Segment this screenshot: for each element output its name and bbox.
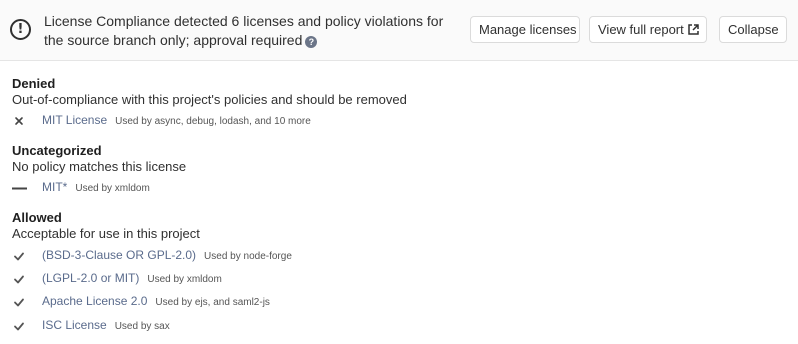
license-name-link[interactable]: MIT License Used by async, debug, lodash,… bbox=[42, 113, 311, 127]
uncategorized-description: No policy matches this license bbox=[12, 159, 187, 174]
license-name: MIT* bbox=[42, 180, 68, 194]
license-usage: Used by ejs, and saml2-js bbox=[155, 297, 270, 308]
license-name: MIT License bbox=[42, 113, 108, 127]
license-name: Apache License 2.0 bbox=[42, 294, 148, 308]
license-name: ISC License bbox=[42, 318, 107, 332]
check-icon bbox=[14, 252, 24, 261]
license-name-link[interactable]: Apache License 2.0 Used by ejs, and saml2… bbox=[42, 294, 270, 308]
license-usage: Used by node-forge bbox=[204, 251, 292, 262]
license-row: (BSD-3-Clause OR GPL-2.0) Used by node-fo… bbox=[12, 248, 772, 266]
collapse-label: Collapse bbox=[728, 22, 779, 37]
license-usage: Used by xmldom bbox=[75, 183, 150, 194]
manage-licenses-button[interactable]: Manage licenses bbox=[470, 16, 580, 43]
exclamation-circle-icon: ! bbox=[10, 19, 31, 40]
check-icon bbox=[14, 322, 24, 331]
check-icon bbox=[14, 275, 24, 284]
license-row: MIT License Used by async, debug, lodash,… bbox=[12, 113, 772, 131]
external-link-icon bbox=[688, 24, 699, 35]
license-usage: Used by xmldom bbox=[147, 274, 222, 285]
license-name-link[interactable]: (LGPL-2.0 or MIT) Used by xmldom bbox=[42, 271, 222, 285]
summary-text: License Compliance detected 6 licenses a… bbox=[44, 13, 444, 48]
dash-icon bbox=[12, 187, 27, 190]
view-full-report-button[interactable]: View full report bbox=[589, 16, 707, 43]
license-row: Apache License 2.0 Used by ejs, and saml2… bbox=[12, 294, 772, 312]
uncategorized-title: Uncategorized bbox=[12, 143, 102, 158]
license-row: ISC License Used by sax bbox=[12, 318, 772, 336]
denied-title: Denied bbox=[12, 76, 56, 91]
license-name-link[interactable]: MIT* Used by xmldom bbox=[42, 180, 150, 194]
denied-description: Out-of-compliance with this project's po… bbox=[12, 92, 407, 107]
license-name-link[interactable]: ISC License Used by sax bbox=[42, 318, 170, 332]
license-row: (LGPL-2.0 or MIT) Used by xmldom bbox=[12, 271, 772, 289]
collapse-button[interactable]: Collapse bbox=[719, 16, 787, 43]
view-full-report-label: View full report bbox=[598, 22, 684, 37]
manage-licenses-label: Manage licenses bbox=[479, 22, 577, 37]
question-circle-icon[interactable]: ? bbox=[305, 36, 318, 48]
allowed-description: Acceptable for use in this project bbox=[12, 226, 200, 241]
license-name: (BSD-3-Clause OR GPL-2.0) bbox=[42, 248, 197, 262]
license-row: MIT* Used by xmldom bbox=[12, 180, 772, 198]
license-usage: Used by async, debug, lodash, and 10 mor… bbox=[115, 116, 311, 127]
license-summary: License Compliance detected 6 licenses a… bbox=[44, 12, 464, 50]
allowed-title: Allowed bbox=[12, 210, 62, 225]
close-icon bbox=[15, 117, 23, 125]
license-name: (LGPL-2.0 or MIT) bbox=[42, 271, 140, 285]
license-usage: Used by sax bbox=[114, 321, 170, 332]
check-icon bbox=[14, 298, 24, 307]
license-compliance-header: ! License Compliance detected 6 licenses… bbox=[0, 0, 798, 61]
license-name-link[interactable]: (BSD-3-Clause OR GPL-2.0) Used by node-fo… bbox=[42, 248, 292, 262]
